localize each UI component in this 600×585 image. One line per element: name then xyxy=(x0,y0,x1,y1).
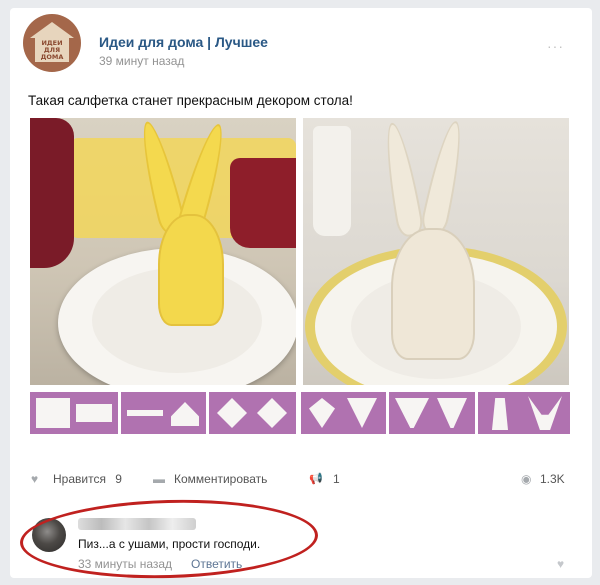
more-options-icon[interactable]: ··· xyxy=(547,38,564,54)
bunny-napkin xyxy=(30,118,296,385)
post-time[interactable]: 39 минут назад xyxy=(99,54,184,68)
folding-step-1[interactable] xyxy=(30,392,118,434)
group-avatar[interactable]: ИДЕИ ДЛЯ ДОМА xyxy=(23,14,81,72)
house-roof-icon xyxy=(30,22,74,38)
like-icon[interactable]: ♥ xyxy=(31,472,38,486)
post-text: Такая салфетка станет прекрасным декором… xyxy=(28,93,353,108)
comment-icon[interactable]: ▬ xyxy=(153,472,165,486)
folding-step-3[interactable] xyxy=(209,392,296,434)
like-count: 9 xyxy=(115,472,122,486)
share-count: 1 xyxy=(333,472,340,486)
views-icon: ◉ xyxy=(521,472,532,486)
group-name-link[interactable]: Идеи для дома | Лучшее xyxy=(99,34,268,50)
like-label: Нравится xyxy=(53,472,106,486)
folding-step-5[interactable] xyxy=(389,392,475,434)
photo-cream-bunny-napkin[interactable] xyxy=(303,118,569,385)
views-count: 1.3K xyxy=(540,472,565,486)
photo-yellow-bunny-napkin[interactable] xyxy=(30,118,296,385)
share-icon[interactable]: 📢 xyxy=(309,472,323,485)
bunny-napkin xyxy=(303,118,569,385)
comment-button[interactable]: Комментировать xyxy=(174,472,267,486)
folding-step-4[interactable] xyxy=(301,392,386,434)
like-button[interactable]: Нравится 9 xyxy=(53,472,122,486)
folding-step-6[interactable] xyxy=(478,392,570,434)
group-logo-text: ИДЕИ ДЛЯ ДОМА xyxy=(40,39,64,61)
folding-step-2[interactable] xyxy=(121,392,206,434)
comment-like-icon[interactable]: ♥ xyxy=(557,557,564,571)
